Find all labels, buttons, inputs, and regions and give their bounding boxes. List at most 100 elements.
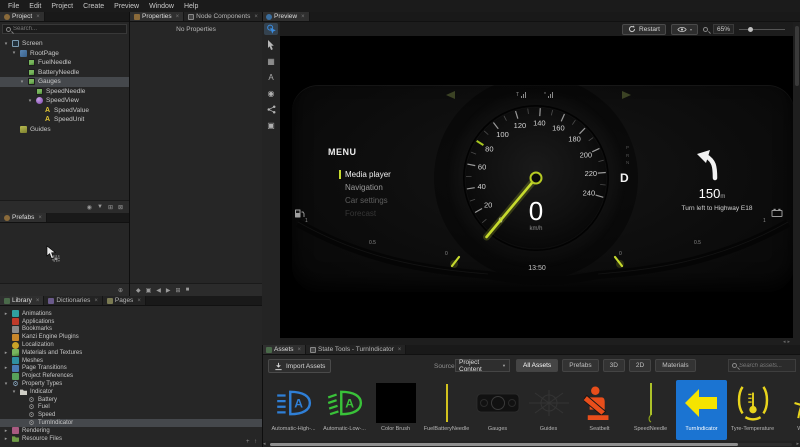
camera-icon[interactable]: ▣ xyxy=(264,119,278,131)
menu-file[interactable]: File xyxy=(3,3,24,10)
filter-prefabs[interactable]: Prefabs xyxy=(562,359,598,372)
tab-pages[interactable]: Pages × xyxy=(103,296,146,305)
tab-prefabs[interactable]: Prefabs × xyxy=(0,213,47,222)
source-dropdown[interactable]: Project Content ▼ xyxy=(455,359,510,372)
menu-edit[interactable]: Edit xyxy=(24,3,46,10)
caret-icon[interactable]: ▾ xyxy=(27,98,33,104)
close-icon[interactable]: × xyxy=(137,298,141,304)
tree-item-bookmarks[interactable]: Bookmarks xyxy=(0,326,262,334)
restart-button[interactable]: Restart xyxy=(622,24,666,35)
tree-item-screen[interactable]: ▾Screen xyxy=(0,39,129,49)
tree-item-battery[interactable]: ⚙Battery xyxy=(0,396,262,404)
tree-item-kanzi-engine-plugins[interactable]: Kanzi Engine Plugins xyxy=(0,333,262,341)
share-icon[interactable] xyxy=(264,103,278,115)
text-tool-icon[interactable]: A xyxy=(264,71,278,83)
menu-project[interactable]: Project xyxy=(46,3,78,10)
asset-seatbelt[interactable]: Seatbelt xyxy=(574,380,625,440)
close-icon[interactable]: × xyxy=(38,215,42,221)
tree-item-localization[interactable]: Localization xyxy=(0,341,262,349)
caret-icon[interactable]: ▸ xyxy=(3,311,9,317)
tree-item-materials-and-textures[interactable]: ▸Materials and Textures xyxy=(0,349,262,357)
frame-icon[interactable]: ⊞ xyxy=(176,287,181,294)
tab-library[interactable]: Library × xyxy=(0,296,44,305)
asset-gauges[interactable]: Gauges xyxy=(472,380,523,440)
tree-item-animations[interactable]: ▸Animations xyxy=(0,310,262,318)
back-icon[interactable]: ◀ xyxy=(156,287,161,294)
assets-scrollbar[interactable]: ◂ ▸ xyxy=(262,441,800,447)
scroll-right-icon[interactable]: ▸ xyxy=(787,339,790,345)
grid-select-icon[interactable]: ⊞ xyxy=(108,204,113,211)
menu-window[interactable]: Window xyxy=(144,3,179,10)
export-icon[interactable]: ↑ xyxy=(254,439,257,445)
close-icon[interactable]: × xyxy=(398,347,402,353)
touch-icon[interactable] xyxy=(264,23,278,35)
tree-item-rendering[interactable]: ▸Rendering xyxy=(0,427,262,435)
tree-item-project-references[interactable]: Project References xyxy=(0,372,262,380)
preview-vertical-scrollbar[interactable] xyxy=(793,22,800,345)
preview-viewport[interactable]: T * MENU Media playerNavigationCar setti… xyxy=(280,36,793,338)
pin-icon[interactable]: ◆ xyxy=(136,287,141,294)
tree-item-resource-files[interactable]: ▸Resource Files xyxy=(0,435,262,443)
tree-item-speedneedle[interactable]: SpeedNeedle xyxy=(0,87,129,97)
project-search[interactable] xyxy=(2,24,127,34)
close-icon[interactable]: × xyxy=(254,14,258,20)
sphere-icon[interactable]: ◉ xyxy=(264,87,278,99)
caret-icon[interactable]: ▾ xyxy=(3,41,9,47)
menu-preview[interactable]: Preview xyxy=(109,3,144,10)
lock-icon[interactable]: ■ xyxy=(186,287,190,293)
close-icon[interactable]: × xyxy=(94,298,98,304)
asset-automatic-low[interactable]: AAutomatic-Low-... xyxy=(319,380,370,440)
visibility-icon[interactable]: ◉ xyxy=(87,204,92,211)
tree-item-indicator[interactable]: ▾Indicator xyxy=(0,388,262,396)
scroll-right-icon[interactable]: ▸ xyxy=(796,441,799,447)
assets-search-input[interactable] xyxy=(739,363,792,369)
zoom-slider-handle[interactable] xyxy=(748,27,753,32)
caret-icon[interactable]: ▾ xyxy=(19,79,25,85)
tab-node-components[interactable]: Node Components × xyxy=(184,12,262,21)
caret-icon[interactable]: ▸ xyxy=(3,436,9,442)
asset-guides[interactable]: Guides xyxy=(523,380,574,440)
zoom-value[interactable]: 65% xyxy=(713,24,734,34)
tree-item-speedview[interactable]: ▾SpeedView xyxy=(0,96,129,106)
asset-automatic-high[interactable]: AAutomatic-High-... xyxy=(268,380,319,440)
tab-state-tools[interactable]: State Tools - TurnIndicator × xyxy=(306,345,406,354)
filter-2d[interactable]: 2D xyxy=(629,359,651,372)
asset-fuelbatteryneedle[interactable]: FuelBatteryNeedle xyxy=(421,380,472,440)
scroll-left-icon[interactable]: ◂ xyxy=(783,339,786,345)
close-icon[interactable]: × xyxy=(36,14,40,20)
assets-search[interactable] xyxy=(728,359,796,372)
pointer-icon[interactable] xyxy=(264,39,278,51)
tree-item-rootpage[interactable]: ▾RootPage xyxy=(0,49,129,59)
tree-item-property-types[interactable]: ▾⚙Property Types xyxy=(0,380,262,388)
close-icon[interactable]: × xyxy=(36,298,40,304)
tree-item-speed[interactable]: ⚙Speed xyxy=(0,411,262,419)
caret-icon[interactable]: ▸ xyxy=(3,428,9,434)
tree-item-speedvalue[interactable]: ASpeedValue xyxy=(0,106,129,116)
tab-preview[interactable]: Preview × xyxy=(262,12,310,21)
tree-item-meshes[interactable]: Meshes xyxy=(0,357,262,365)
tree-item-page-transitions[interactable]: ▸Page Transitions xyxy=(0,365,262,373)
zoom-slider[interactable] xyxy=(739,29,785,30)
asset-wind[interactable]: Wind xyxy=(778,380,800,440)
tree-item-guides[interactable]: Guides xyxy=(0,125,129,135)
project-search-input[interactable] xyxy=(13,26,123,32)
menu-help[interactable]: Help xyxy=(179,3,203,10)
add-icon[interactable]: ⊕ xyxy=(118,287,123,294)
add-icon[interactable]: + xyxy=(246,439,250,445)
tab-project[interactable]: Project × xyxy=(0,12,45,21)
caret-icon[interactable]: ▸ xyxy=(3,365,9,371)
tree-item-fuel[interactable]: ⚙Fuel xyxy=(0,404,262,412)
tree-item-fuelneedle[interactable]: FuelNeedle xyxy=(0,58,129,68)
assets-scrollbar-thumb[interactable] xyxy=(270,443,738,446)
forward-icon[interactable]: ▶ xyxy=(166,287,171,294)
filter-materials[interactable]: Materials xyxy=(655,359,695,372)
grid-icon[interactable]: ▦ xyxy=(264,55,278,67)
tab-assets[interactable]: Assets × xyxy=(262,345,306,354)
close-icon[interactable]: × xyxy=(301,14,305,20)
asset-color-brush[interactable]: Color Brush xyxy=(370,380,421,440)
caret-icon[interactable]: ▸ xyxy=(3,350,9,356)
menu-create[interactable]: Create xyxy=(78,3,109,10)
close-icon[interactable]: × xyxy=(298,347,302,353)
tree-item-batteryneedle[interactable]: BatteryNeedle xyxy=(0,68,129,78)
tree-item-gauges[interactable]: ▾Gauges xyxy=(0,77,129,87)
